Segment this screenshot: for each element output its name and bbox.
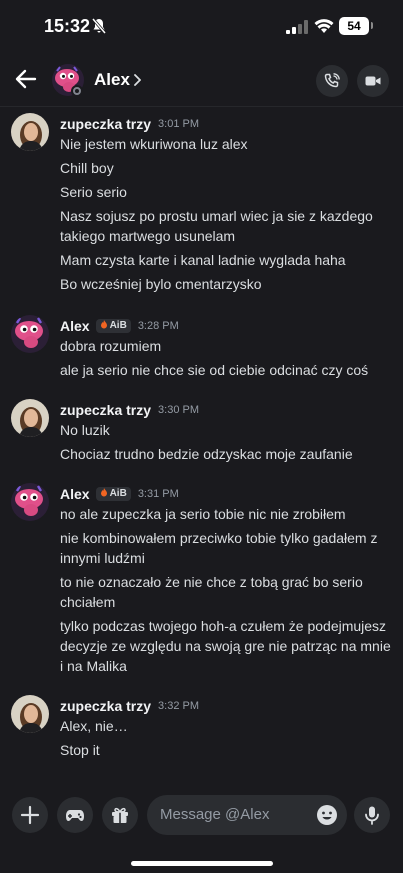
back-arrow-icon[interactable] [14, 68, 38, 90]
message-header: zupeczka trzy 3:30 PM [60, 401, 199, 419]
user-avatar[interactable] [11, 315, 49, 353]
timestamp: 3:30 PM [158, 403, 200, 416]
message-text[interactable]: Nasz sojusz po prostu umarl wiec ja sie … [60, 206, 395, 246]
message-stack: no ale zupeczka ja serio tobie nic nie z… [60, 504, 395, 680]
chat-header: Alex [0, 52, 403, 107]
message-text[interactable]: Chill boy [60, 158, 395, 178]
phone-call-icon [324, 73, 340, 88]
video-icon [365, 76, 381, 86]
username[interactable]: zupeczka trzy [60, 698, 151, 714]
user-avatar[interactable] [11, 483, 49, 521]
gift-button[interactable] [102, 797, 138, 833]
role-tag[interactable]: AiB [95, 486, 131, 501]
emoji-icon[interactable] [316, 804, 338, 826]
message-stack: Nie jestem wkuriwona luz alex Chill boy … [60, 134, 395, 298]
message-text[interactable]: Stop it [60, 740, 395, 760]
clock: 15:32 [44, 16, 91, 36]
message-text[interactable]: nie kombinowałem przeciwko tobie tylko g… [60, 528, 395, 568]
bell-muted-icon [92, 18, 106, 34]
plus-icon [20, 805, 40, 825]
status-bar: 15:32 54 [0, 0, 403, 52]
message-header: Alex AiB 3:28 PM [60, 317, 179, 335]
message-text[interactable]: tylko podczas twojego hoh-a czułem że po… [60, 616, 395, 676]
username[interactable]: zupeczka trzy [60, 402, 151, 418]
wifi-icon [314, 19, 334, 33]
timestamp: 3:28 PM [137, 319, 179, 332]
tag-label: AiB [109, 487, 127, 499]
gamepad-icon [66, 810, 84, 821]
message-text[interactable]: Nie jestem wkuriwona luz alex [60, 134, 395, 154]
voice-message-button[interactable] [354, 797, 390, 833]
username[interactable]: Alex [60, 318, 90, 334]
message-text[interactable]: Chociaz trudno bedzie odzyskac moje zauf… [60, 444, 395, 464]
status-indicator [71, 85, 83, 97]
battery-icon: 54 [339, 17, 373, 35]
message-text[interactable]: to nie oznaczało że nie chce z tobą grać… [60, 572, 395, 612]
home-indicator[interactable] [131, 861, 273, 866]
message-list[interactable]: zupeczka trzy 3:01 PM Nie jestem wkuriwon… [0, 107, 403, 787]
timestamp: 3:32 PM [158, 699, 200, 712]
message-text[interactable]: ale ja serio nie chce sie od ciebie odci… [60, 360, 395, 380]
message-header: Alex AiB 3:31 PM [60, 485, 179, 503]
message-text[interactable]: No luzik [60, 420, 395, 440]
attach-button[interactable] [12, 797, 48, 833]
chevron-right-icon[interactable] [133, 74, 141, 86]
timestamp: 3:31 PM [137, 487, 179, 500]
username[interactable]: zupeczka trzy [60, 116, 151, 132]
role-tag[interactable]: AiB [95, 318, 131, 333]
user-avatar[interactable] [11, 113, 49, 151]
user-avatar[interactable] [11, 399, 49, 437]
message-stack: No luzik Chociaz trudno bedzie odzyskac … [60, 420, 395, 468]
message-header: zupeczka trzy 3:01 PM [60, 115, 199, 133]
video-call-button[interactable] [357, 65, 389, 97]
message-text[interactable]: dobra rozumiem [60, 336, 395, 356]
message-header: zupeczka trzy 3:32 PM [60, 697, 199, 715]
message-stack: Alex, nie… Stop it [60, 716, 395, 764]
tag-label: AiB [109, 319, 127, 331]
signal-icon [286, 20, 308, 34]
voice-call-button[interactable] [316, 65, 348, 97]
message-text[interactable]: Mam czysta karte i kanal ladnie wyglada … [60, 250, 395, 270]
message-text[interactable]: Serio serio [60, 182, 395, 202]
activities-button[interactable] [57, 797, 93, 833]
message-stack: dobra rozumiem ale ja serio nie chce sie… [60, 336, 395, 384]
message-text[interactable]: Bo wcześniej bylo cmentarzysko [60, 274, 395, 294]
fire-icon [100, 319, 107, 329]
message-text[interactable]: no ale zupeczka ja serio tobie nic nie z… [60, 504, 395, 524]
message-placeholder: Message @Alex [160, 806, 270, 823]
gift-icon [112, 807, 128, 823]
user-avatar[interactable] [11, 695, 49, 733]
message-text[interactable]: Alex, nie… [60, 716, 395, 736]
username[interactable]: Alex [60, 486, 90, 502]
dm-recipient-name[interactable]: Alex [94, 70, 130, 90]
microphone-icon [365, 806, 379, 825]
message-composer: Message @Alex [0, 787, 403, 873]
fire-icon [100, 487, 107, 497]
timestamp: 3:01 PM [158, 117, 200, 130]
